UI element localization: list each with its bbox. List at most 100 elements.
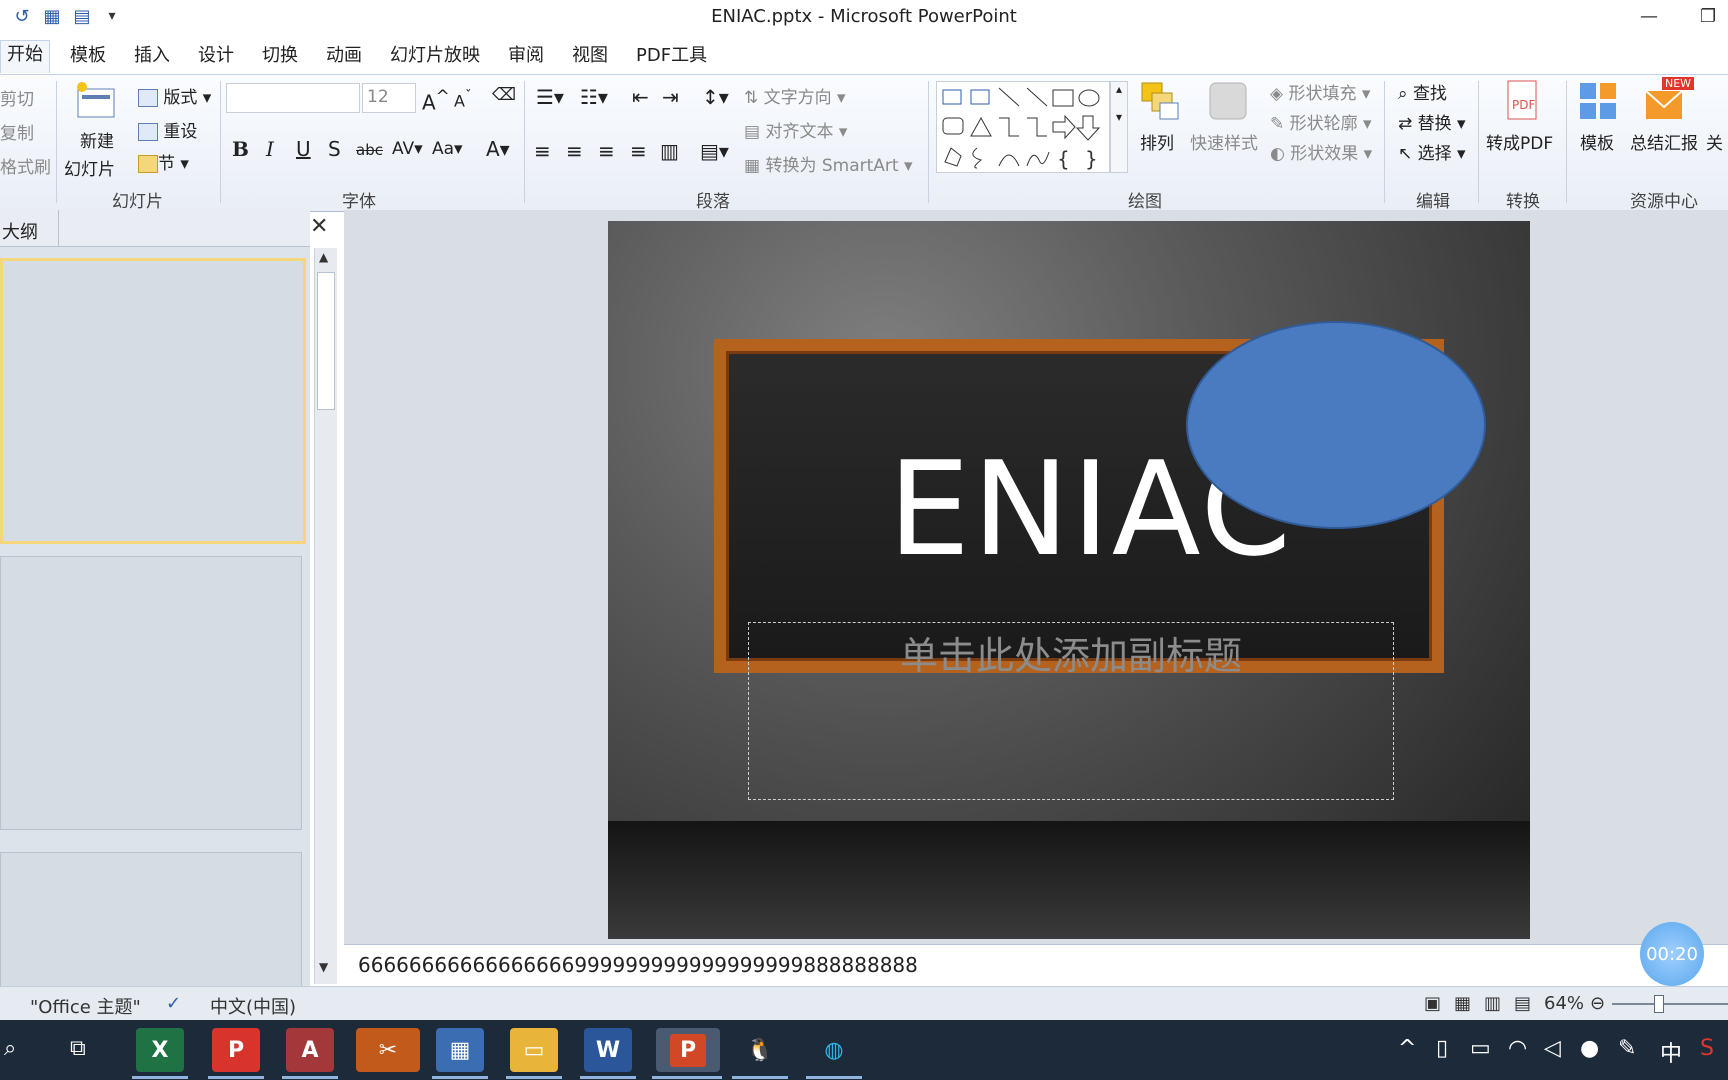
tab-pdf-tools[interactable]: PDF工具 [630, 42, 713, 70]
smartart-button[interactable]: ▦ 转换为 SmartArt ▾ [744, 151, 913, 176]
minimize-icon[interactable]: — [1640, 6, 1658, 27]
calculator-icon[interactable]: ▦ [436, 1028, 484, 1072]
access-icon[interactable]: A [286, 1028, 334, 1072]
scroll-down-icon[interactable]: ▼ [319, 960, 328, 974]
notes-pane[interactable]: 6666666666666666699999999999999999988888… [344, 944, 1728, 987]
sogou-icon[interactable]: S [1700, 1036, 1714, 1061]
change-case-icon[interactable]: Aa▾ [432, 139, 463, 159]
align-text-button[interactable]: ▤ 对齐文本 ▾ [744, 117, 847, 142]
justify-icon[interactable]: ≡ [630, 139, 647, 163]
qq-icon[interactable]: 🐧 [736, 1028, 784, 1072]
shrink-font-icon[interactable]: Aˇ [454, 89, 472, 110]
char-spacing-icon[interactable]: AV▾ [392, 139, 423, 159]
increase-indent-icon[interactable]: ⇥ [662, 85, 679, 109]
replace-button[interactable]: ⇄ 替换 ▾ [1398, 109, 1466, 134]
capcut-icon[interactable]: ✂ [356, 1028, 420, 1072]
tab-insert[interactable]: 插入 [128, 42, 176, 70]
select-button[interactable]: ↖ 选择 ▾ [1398, 139, 1466, 164]
more-label[interactable]: 关 [1706, 129, 1723, 154]
distributed-icon[interactable]: ▥ [660, 139, 679, 163]
slideshow-view-icon[interactable]: ▤ [1514, 993, 1531, 1014]
underline-icon[interactable]: U [296, 137, 311, 161]
spellcheck-icon[interactable]: ✓ [166, 993, 181, 1014]
summary-report-label[interactable]: 总结汇报 [1630, 129, 1698, 154]
reset-button[interactable]: 重设 [138, 117, 197, 142]
align-center-icon[interactable]: ≡ [566, 139, 583, 163]
restore-icon[interactable]: ❐ [1700, 6, 1716, 27]
align-right-icon[interactable]: ≡ [598, 139, 615, 163]
ime-indicator[interactable]: 中 [1660, 1036, 1682, 1068]
shape-effects-button[interactable]: ◐ 形状效果 ▾ [1270, 139, 1372, 164]
pane-scrollbar[interactable]: ▲ ▼ [314, 248, 337, 984]
align-left-icon[interactable]: ≡ [534, 139, 551, 163]
zoom-out-icon[interactable]: ⊖ [1590, 993, 1605, 1014]
arrange-label[interactable]: 排列 [1140, 129, 1174, 154]
slide-thumbnail[interactable] [0, 258, 306, 544]
pdf-icon[interactable]: PDF [1500, 79, 1544, 123]
tab-home[interactable]: 开始 [0, 40, 50, 73]
zoom-slider-track[interactable] [1612, 1003, 1728, 1005]
convert-pdf-label[interactable]: 转成PDF [1486, 129, 1553, 154]
search-icon[interactable]: ⌕ [4, 1036, 16, 1061]
shape-outline-button[interactable]: ✎ 形状轮廓 ▾ [1270, 109, 1372, 134]
columns-icon[interactable]: ▤▾ [700, 139, 729, 163]
notes-text[interactable]: 6666666666666666699999999999999999988888… [358, 953, 918, 977]
shadow-icon[interactable]: S [328, 137, 341, 161]
italic-icon[interactable]: I [266, 137, 274, 161]
scroll-thumb[interactable] [317, 272, 335, 410]
task-view-icon[interactable]: ⧉ [70, 1036, 86, 1061]
reading-view-icon[interactable]: ▥ [1484, 993, 1501, 1014]
qq-tray-icon[interactable]: ● [1580, 1036, 1599, 1061]
slide-canvas[interactable]: ENIAC 单击此处添加副标题 [608, 221, 1530, 939]
powerpoint-icon[interactable]: P [656, 1028, 720, 1072]
font-size-box[interactable]: 12 [362, 83, 416, 113]
wifi-icon[interactable]: ◠ [1508, 1036, 1527, 1061]
shape-fill-button[interactable]: ◈ 形状填充 ▾ [1270, 79, 1370, 104]
decrease-indent-icon[interactable]: ⇤ [632, 85, 649, 109]
file-explorer-icon[interactable]: ▭ [510, 1028, 558, 1072]
shapes-gallery[interactable]: { } [936, 81, 1110, 173]
quick-styles-label[interactable]: 快速样式 [1190, 129, 1258, 154]
tab-view[interactable]: 视图 [566, 42, 614, 70]
close-icon[interactable]: ✕ [310, 214, 328, 239]
microphone-icon[interactable]: ▯ [1436, 1036, 1448, 1061]
battery-icon[interactable]: ▭ [1470, 1036, 1491, 1061]
excel-icon[interactable]: X [136, 1028, 184, 1072]
arrange-icon[interactable] [1138, 79, 1182, 123]
clear-format-icon[interactable]: ⌫ [492, 85, 516, 105]
recording-timer[interactable]: 00:20 [1640, 922, 1704, 986]
word-icon[interactable]: W [584, 1028, 632, 1072]
tab-outline[interactable]: 大纲 [2, 218, 38, 244]
chevron-up-icon[interactable]: ^ [1398, 1036, 1416, 1061]
zoom-slider-thumb[interactable] [1654, 995, 1664, 1013]
cut-button[interactable]: 剪切 [0, 85, 34, 110]
language-indicator[interactable]: 中文(中国) [210, 993, 296, 1019]
new-slide-icon[interactable] [74, 79, 118, 123]
template-icon[interactable] [1576, 79, 1620, 123]
quick-styles-icon[interactable] [1206, 79, 1250, 123]
scroll-up-icon[interactable]: ▲ [319, 250, 328, 264]
slide-thumbnail[interactable] [0, 556, 302, 830]
line-spacing-icon[interactable]: ↕▾ [702, 85, 729, 109]
zoom-level[interactable]: 64% [1544, 993, 1584, 1014]
tab-design[interactable]: 设计 [192, 42, 240, 70]
slide-sorter-icon[interactable]: ▦ [1454, 993, 1471, 1014]
templates-label[interactable]: 模板 [1580, 129, 1614, 154]
strikethrough-icon[interactable]: abc [356, 141, 383, 159]
volume-icon[interactable]: ◁ [1544, 1036, 1561, 1061]
normal-view-icon[interactable]: ▣ [1424, 993, 1441, 1014]
tab-review[interactable]: 审阅 [502, 42, 550, 70]
numbering-icon[interactable]: ☷▾ [580, 85, 608, 109]
tab-slideshow[interactable]: 幻灯片放映 [384, 42, 486, 70]
slide-thumbnail[interactable] [0, 852, 302, 994]
find-button[interactable]: ⌕ 查找 [1398, 79, 1447, 104]
grow-font-icon[interactable]: A^ [422, 87, 450, 115]
subtitle-placeholder[interactable]: 单击此处添加副标题 [748, 622, 1394, 800]
layout-button[interactable]: 版式 ▾ [138, 83, 211, 108]
pen-icon[interactable]: ✎ [1618, 1036, 1636, 1061]
ellipse-shape[interactable] [1186, 321, 1486, 529]
copy-button[interactable]: 复制 [0, 119, 34, 144]
section-button[interactable]: 节 ▾ [138, 149, 189, 174]
tab-templates[interactable]: 模板 [64, 42, 112, 70]
tab-transitions[interactable]: 切换 [256, 42, 304, 70]
